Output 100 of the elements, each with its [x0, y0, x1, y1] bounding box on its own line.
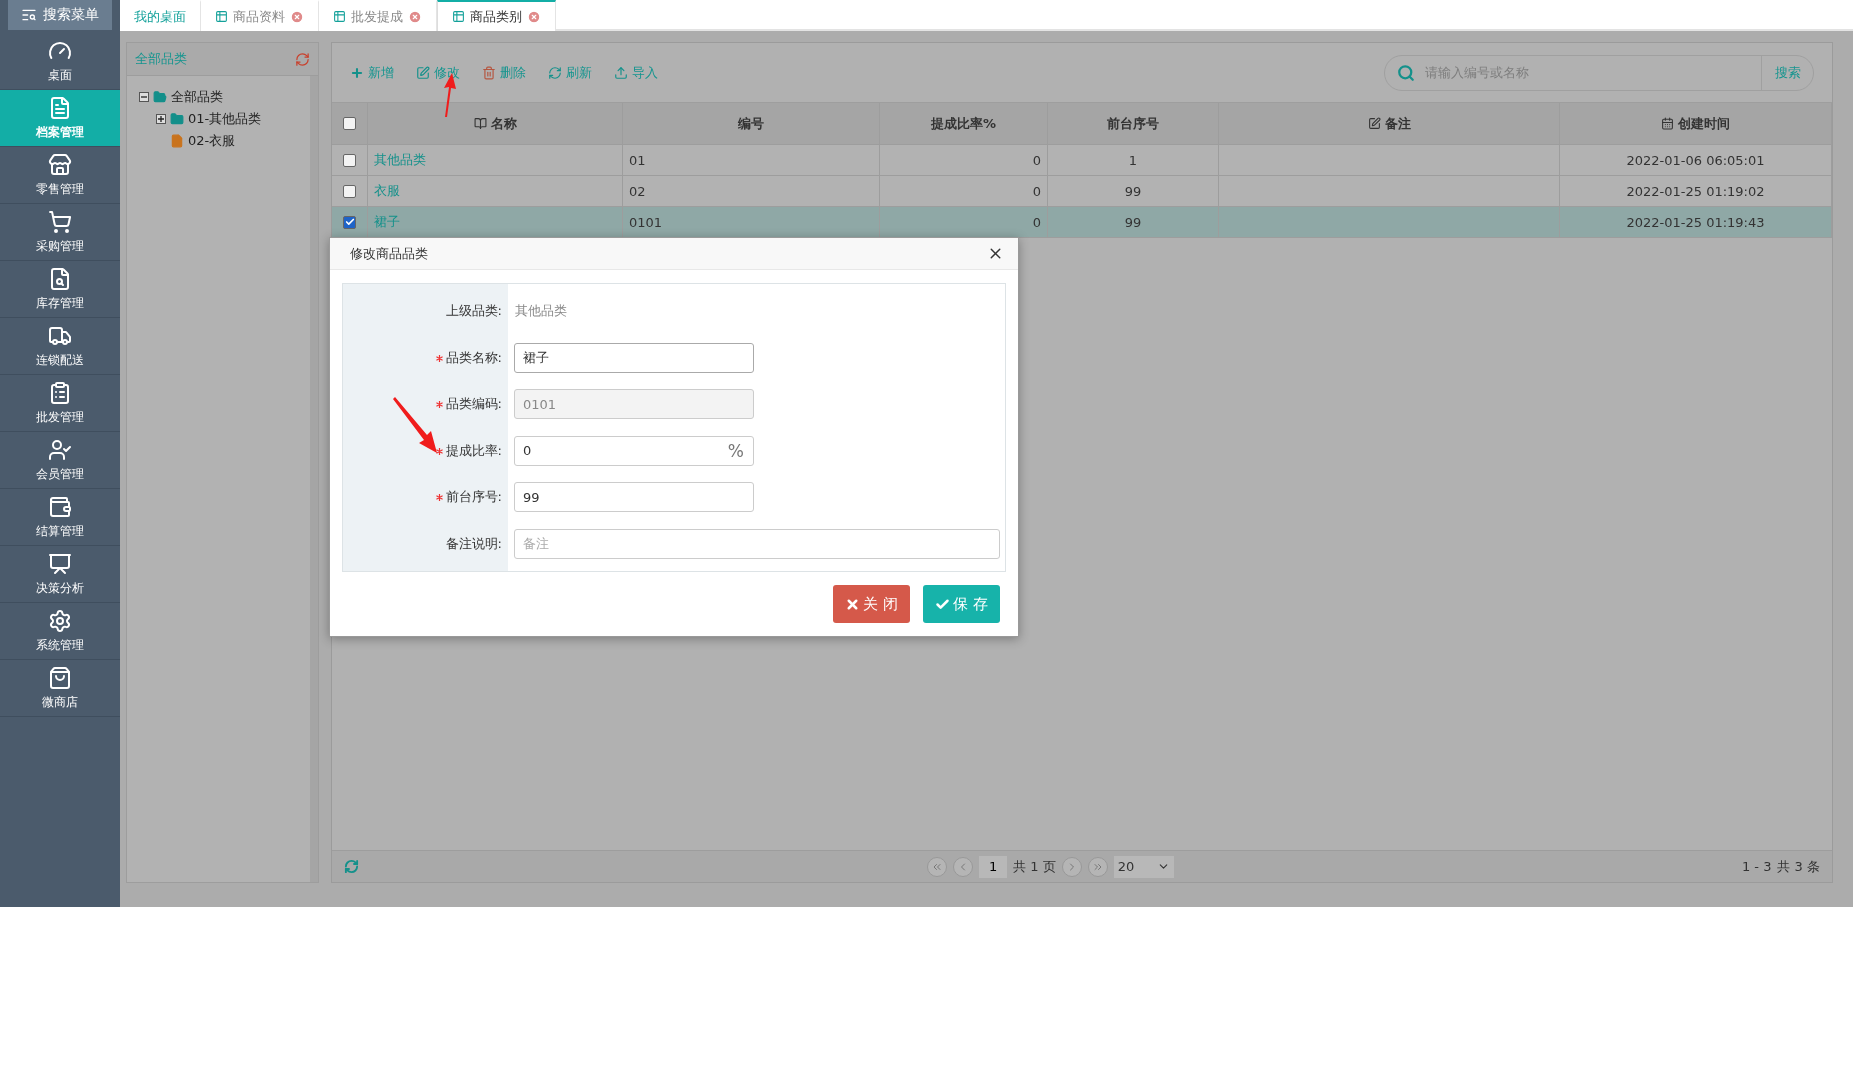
page-input[interactable]: 1 [979, 855, 1008, 878]
sidebar-label: 库存管理 [36, 294, 84, 312]
table-icon [333, 10, 346, 23]
table-icon [215, 10, 228, 23]
input-field[interactable]: 0101 [514, 389, 754, 420]
chart-board-icon [48, 551, 72, 576]
book-icon [473, 117, 487, 130]
close-icon[interactable] [527, 9, 541, 24]
table-cell: 0 [1032, 152, 1041, 168]
search-icon [1397, 63, 1415, 82]
calendar-icon [1661, 117, 1674, 130]
sidebar-label: 连锁配送 [36, 351, 84, 369]
refresh-icon[interactable] [344, 859, 359, 874]
settings-icon [48, 608, 72, 633]
field-label: 品类名称: [445, 349, 502, 365]
search-menu-button[interactable]: 搜索菜单 [8, 0, 112, 30]
table-cell: 02 [629, 183, 646, 199]
row-checkbox[interactable] [343, 153, 356, 167]
table-cell: 0101 [629, 214, 663, 230]
edit-icon [1367, 117, 1381, 130]
column-header: 编号 [623, 103, 880, 144]
close-button[interactable]: 关 闭 [833, 585, 911, 623]
sidebar-label: 档案管理 [36, 123, 84, 141]
menu-search-icon [21, 7, 37, 23]
tab[interactable]: 我的桌面 [120, 0, 201, 31]
edit-icon [416, 65, 430, 80]
check-icon [935, 596, 951, 612]
sidebar-label: 结算管理 [36, 522, 84, 540]
table-row[interactable]: 裙子 0101 0 99 2022-01-25 01:19:43 [332, 207, 1832, 238]
panel-title: 全部品类 [135, 50, 187, 68]
input-field[interactable]: 99 [514, 482, 754, 513]
file-icon [170, 134, 184, 148]
annotation-arrow [393, 397, 439, 453]
sidebar-label: 微商店 [42, 693, 78, 711]
row-checkbox[interactable] [343, 184, 356, 198]
folder-icon [170, 112, 184, 126]
tree-item[interactable]: 01-其他品类 [188, 110, 262, 128]
column-header: 前台序号 [1048, 103, 1219, 144]
expand-toggle-icon[interactable] [156, 114, 166, 124]
refresh-icon [548, 65, 562, 80]
cart-icon [48, 209, 72, 234]
sidebar-label: 决策分析 [36, 579, 84, 597]
column-header: 备注 [1219, 103, 1560, 144]
field-label: 品类编码: [445, 396, 502, 412]
table-cell: 2022-01-06 06:05:01 [1626, 152, 1765, 168]
record-range: 1 - 3 [1741, 859, 1772, 874]
document-icon [48, 95, 72, 120]
trash-icon [482, 65, 496, 80]
sidebar-label: 采购管理 [36, 237, 84, 255]
column-header: 提成比率% [880, 103, 1048, 144]
field-label: 提成比率: [445, 442, 502, 458]
sidebar-label: 零售管理 [36, 180, 84, 198]
collapse-toggle-icon[interactable] [139, 92, 149, 102]
table-cell: 2022-01-25 01:19:43 [1626, 214, 1765, 230]
sidebar-label: 会员管理 [36, 465, 84, 483]
table-cell: 0 [1032, 183, 1041, 199]
refresh-icon[interactable] [295, 51, 310, 67]
table-cell: 01 [629, 152, 646, 168]
user-icon [48, 437, 72, 462]
table-row[interactable]: 其他品类 01 0 1 2022-01-06 06:05:01 [332, 145, 1832, 176]
select-all-checkbox[interactable] [343, 117, 356, 130]
record-total: 共 3 条 [1777, 857, 1820, 876]
table-cell: 1 [1128, 152, 1138, 168]
previous-page-button[interactable] [953, 856, 974, 877]
close-icon[interactable] [408, 9, 422, 24]
table-icon [452, 10, 465, 23]
store-icon [48, 152, 72, 177]
next-page-button[interactable] [1061, 856, 1082, 877]
bag-icon [48, 665, 72, 690]
page-size-select[interactable]: 20 [1113, 855, 1174, 878]
input-field[interactable]: 备注 [514, 528, 1000, 559]
sidebar-label: 桌面 [48, 66, 72, 84]
sidebar-label: 系统管理 [36, 636, 84, 654]
tab[interactable]: 商品类别 [437, 0, 556, 31]
field-label: 上级品类: [445, 303, 502, 319]
tab[interactable]: 商品资料 [201, 0, 319, 31]
field-value: 其他品类 [514, 302, 567, 321]
field-label: 前台序号: [445, 489, 502, 505]
plus-icon [350, 65, 364, 80]
tab[interactable]: 批发提成 [319, 0, 437, 31]
field-label: 备注说明: [445, 535, 502, 551]
table-cell: 0 [1032, 214, 1041, 230]
page-count: 共 1 页 [1013, 857, 1056, 876]
folder-icon [153, 90, 167, 104]
table-cell: 2022-01-25 01:19:02 [1626, 183, 1765, 199]
last-page-button[interactable] [1087, 856, 1108, 877]
tree-item[interactable]: 全部品类 [171, 88, 223, 106]
row-checkbox[interactable] [343, 215, 356, 229]
input-field[interactable]: 裙子 [514, 342, 754, 373]
upload-icon [614, 65, 628, 80]
dialog-title: 修改商品品类 [350, 244, 428, 263]
document-search-icon [48, 266, 72, 291]
clipboard-icon [48, 380, 72, 405]
table-row[interactable]: 衣服 02 0 99 2022-01-25 01:19:02 [332, 176, 1832, 207]
wallet-icon [48, 494, 72, 519]
first-page-button[interactable] [927, 856, 948, 877]
table-cell: 99 [1124, 214, 1142, 230]
tree-item[interactable]: 02-衣服 [188, 132, 236, 150]
close-icon[interactable] [290, 9, 304, 24]
table-cell: 99 [1124, 183, 1142, 199]
